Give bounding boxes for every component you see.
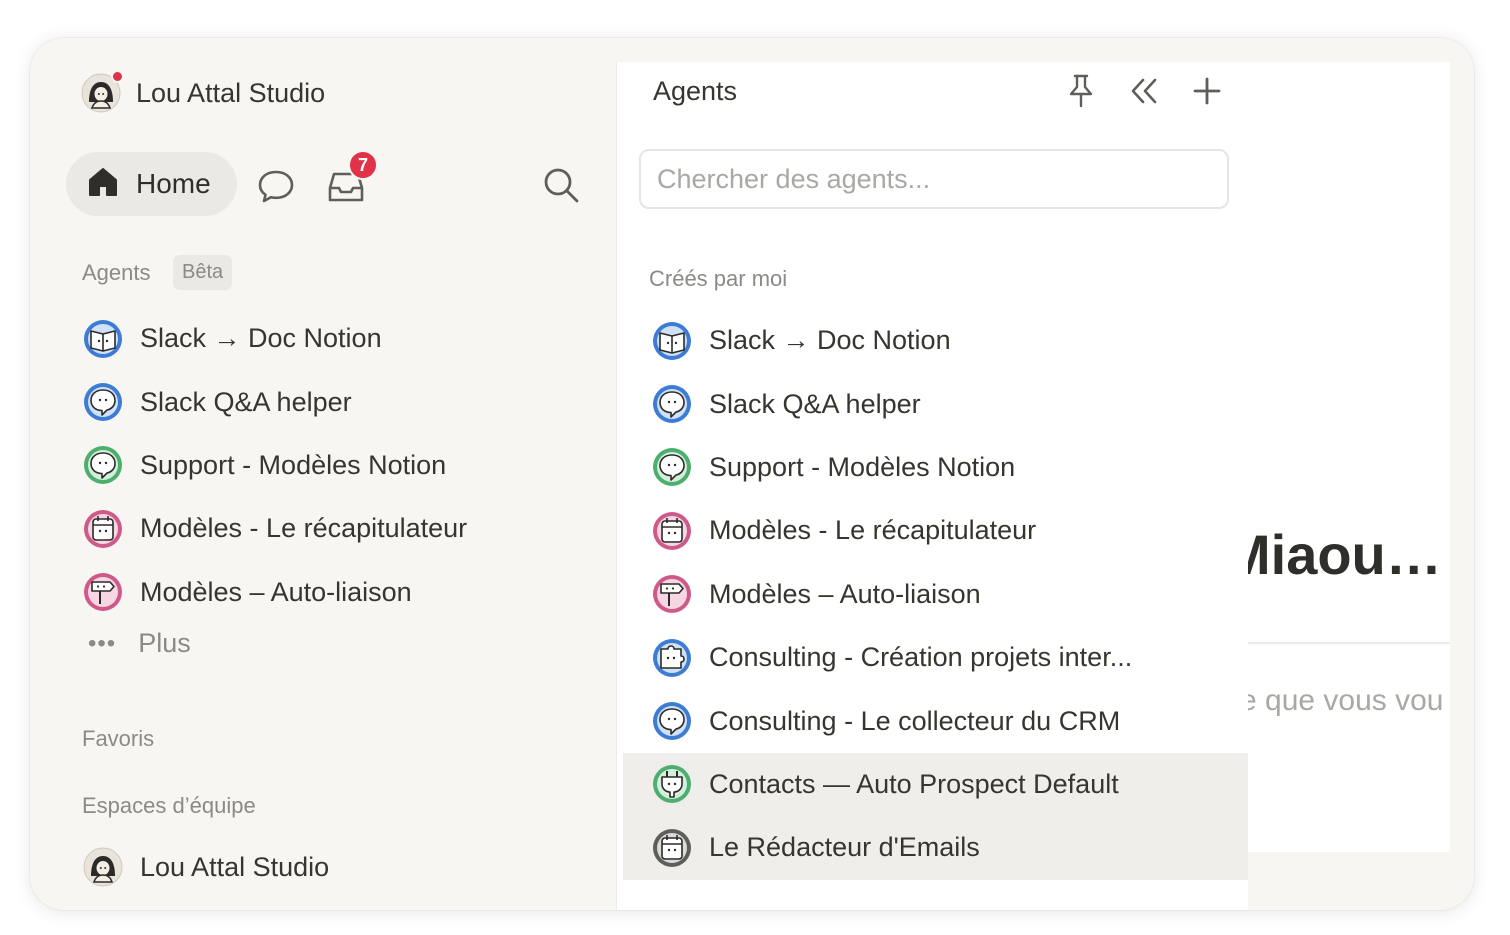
- agents-panel: Agents Créés par moi Slack → Doc Notion: [616, 62, 1249, 910]
- sidebar-agent-item[interactable]: Slack Q&A helper: [82, 370, 467, 433]
- collapse-chevrons-icon[interactable]: [1125, 72, 1163, 110]
- home-button[interactable]: Home: [66, 152, 237, 216]
- agents-section-label: Agents: [82, 260, 151, 285]
- notification-dot: [111, 70, 124, 83]
- panel-agent-item[interactable]: Slack → Doc Notion: [623, 309, 1249, 372]
- puzzle-agent-icon: [651, 637, 693, 679]
- panel-toolbar: [1037, 72, 1226, 110]
- home-icon: [86, 166, 120, 203]
- page-bottom-area: [1248, 852, 1450, 910]
- panel-agent-label: Le Rédacteur d'Emails: [709, 832, 980, 863]
- speech-agent-icon: [82, 381, 124, 423]
- panel-agent-item[interactable]: Le Rédacteur d'Emails: [623, 816, 1249, 880]
- search-icon[interactable]: [540, 164, 582, 206]
- page-title: Miaou… (: [1248, 523, 1450, 586]
- panel-agent-item[interactable]: Support - Modèles Notion: [623, 436, 1249, 499]
- panel-agent-item[interactable]: Consulting - Création projets inter...: [623, 626, 1249, 689]
- sidebar-agent-label: Modèles – Auto-liaison: [140, 576, 412, 607]
- panel-agent-label: Consulting - Le collecteur du CRM: [709, 705, 1121, 736]
- more-label: Plus: [138, 628, 191, 658]
- page-content: Miaou… ( e que vous vou: [1248, 62, 1450, 910]
- teamspaces-section-label[interactable]: Espaces d’équipe: [82, 793, 256, 819]
- agents-search-input[interactable]: [639, 149, 1229, 209]
- speech-agent-icon: [82, 444, 124, 486]
- app-window: Lou Attal Studio Home 7 Agents Bêta Slac…: [30, 38, 1474, 910]
- speech-agent-icon: [651, 700, 693, 742]
- favorites-section-label[interactable]: Favoris: [82, 726, 154, 752]
- page-input-placeholder[interactable]: e que vous vou: [1248, 684, 1443, 718]
- workspace-name: Lou Attal Studio: [136, 77, 326, 108]
- panel-agent-item[interactable]: Slack Q&A helper: [623, 372, 1249, 435]
- sidebar-nav: Home 7: [66, 150, 586, 216]
- sidebar-agent-item[interactable]: Slack → Doc Notion: [82, 307, 467, 370]
- panel-agent-item[interactable]: Modèles - Le récapitulateur: [623, 499, 1249, 562]
- panel-agent-label: Slack Q&A helper: [709, 388, 921, 419]
- sidebar-agent-label: Support - Modèles Notion: [140, 449, 447, 480]
- signpost-agent-icon: [651, 573, 693, 615]
- panel-agent-label: Contacts — Auto Prospect Default: [709, 768, 1119, 799]
- sidebar-agent-label: Slack Q&A helper: [140, 386, 352, 417]
- calendar-agent-icon: [651, 827, 693, 869]
- speech-agent-icon: [651, 446, 693, 488]
- sidebar: Lou Attal Studio Home 7 Agents Bêta Slac…: [30, 38, 616, 910]
- signpost-agent-icon: [82, 571, 124, 613]
- workspace-switcher[interactable]: Lou Attal Studio: [80, 70, 326, 114]
- beta-badge: Bêta: [173, 255, 233, 290]
- speech-agent-icon: [651, 383, 693, 425]
- pin-icon[interactable]: [1062, 72, 1100, 110]
- book-agent-icon: [651, 320, 693, 362]
- add-icon[interactable]: [1188, 72, 1226, 110]
- sidebar-teamspace-item[interactable]: Lou Attal Studio: [82, 846, 329, 888]
- calendar-agent-icon: [651, 510, 693, 552]
- plug-agent-icon: [651, 763, 693, 805]
- panel-agent-label: Modèles – Auto-liaison: [709, 578, 981, 609]
- page-divider: [1248, 642, 1450, 644]
- sidebar-agent-item[interactable]: Support - Modèles Notion: [82, 434, 467, 497]
- sidebar-agent-item[interactable]: Modèles - Le récapitulateur: [82, 497, 467, 560]
- panel-agent-label: Support - Modèles Notion: [709, 451, 1016, 482]
- panel-agent-item[interactable]: Modèles – Auto-liaison: [623, 563, 1249, 626]
- chat-icon[interactable]: [256, 166, 296, 206]
- panel-title: Agents: [653, 76, 738, 106]
- panel-agent-item[interactable]: Consulting - Le collecteur du CRM: [623, 689, 1249, 752]
- calendar-agent-icon: [82, 508, 124, 550]
- teamspace-avatar: [82, 846, 124, 888]
- sidebar-agent-label: Slack → Doc Notion: [140, 323, 382, 354]
- panel-agent-item[interactable]: Contacts — Auto Prospect Default: [623, 752, 1249, 817]
- more-dots-icon: •••: [88, 629, 117, 657]
- sidebar-agent-item[interactable]: Modèles – Auto-liaison: [82, 561, 467, 624]
- home-label: Home: [136, 168, 211, 199]
- inbox-count-badge: 7: [348, 150, 378, 180]
- teamspace-name: Lou Attal Studio: [140, 851, 330, 882]
- workspace-avatar: [80, 70, 124, 114]
- sidebar-agent-list: Slack → Doc Notion Slack Q&A helper Supp…: [82, 307, 467, 624]
- created-by-me-label: Créés par moi: [649, 266, 788, 291]
- panel-agent-label: Consulting - Création projets inter...: [709, 642, 1133, 673]
- panel-agent-label: Modèles - Le récapitulateur: [709, 515, 1037, 546]
- sidebar-more-button[interactable]: ••• Plus: [88, 628, 191, 659]
- panel-agent-list: Slack → Doc Notion Slack Q&A helper Supp…: [623, 309, 1249, 880]
- sidebar-agent-label: Modèles - Le récapitulateur: [140, 513, 468, 544]
- panel-agent-label: Slack → Doc Notion: [709, 325, 951, 356]
- book-agent-icon: [82, 318, 124, 360]
